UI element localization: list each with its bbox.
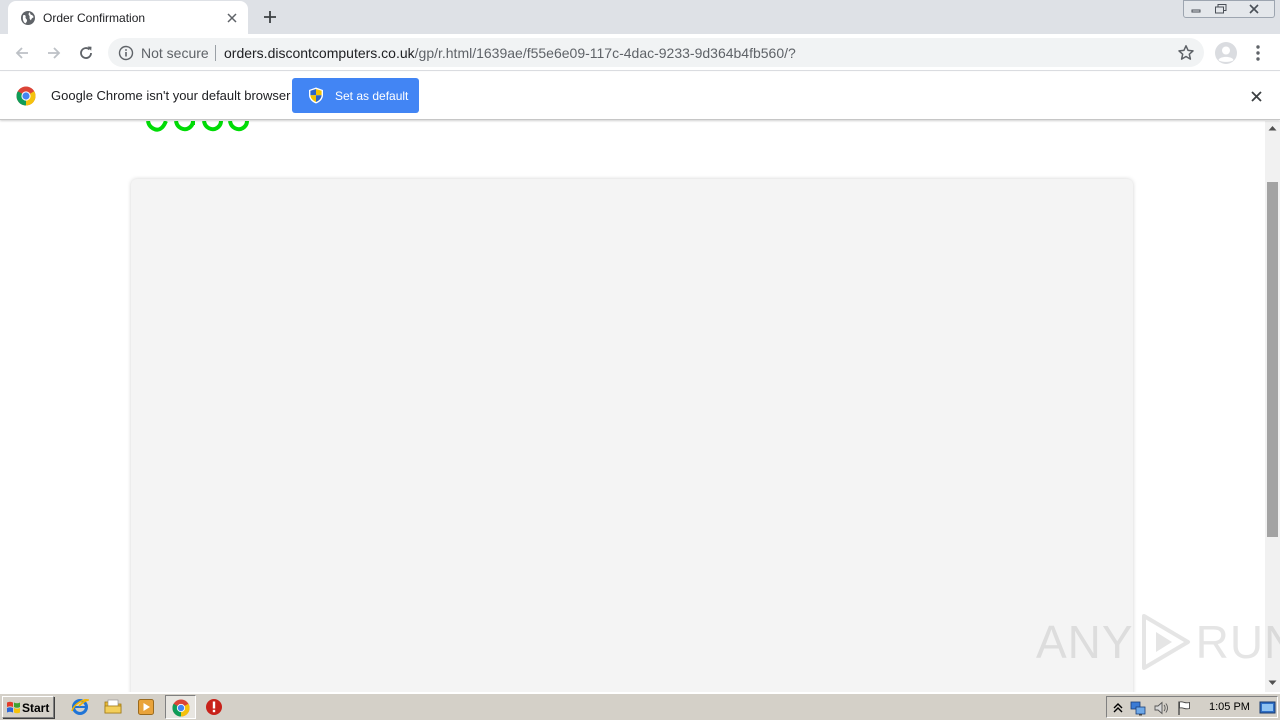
taskbar-clock[interactable]: 1:05 PM: [1209, 701, 1250, 713]
scroll-up-arrow-icon[interactable]: [1268, 125, 1277, 131]
tab-order-confirmation[interactable]: Order Confirmation: [8, 1, 248, 34]
browser-toolbar: Not secure orders.discontcomputers.co.uk…: [0, 34, 1280, 71]
action-center-flag-icon[interactable]: [1176, 700, 1192, 716]
restore-button[interactable]: [1208, 0, 1234, 18]
new-tab-button[interactable]: [258, 6, 282, 28]
page-viewport: [0, 121, 1265, 692]
taskbar-chrome-button[interactable]: [165, 695, 196, 719]
close-icon: [1248, 4, 1259, 14]
tab-strip: Order Confirmation: [0, 0, 1280, 34]
chrome-logo-icon: [172, 699, 190, 717]
url-text[interactable]: orders.discontcomputers.co.uk/gp/r.html/…: [224, 45, 796, 61]
close-tab-icon[interactable]: [223, 9, 241, 27]
profile-avatar-icon[interactable]: [1214, 41, 1238, 65]
close-window-button[interactable]: [1233, 0, 1275, 18]
chrome-logo-icon: [16, 86, 36, 106]
reload-icon: [80, 46, 92, 59]
plus-icon: [264, 11, 276, 23]
tab-title: Order Confirmation: [43, 11, 146, 25]
arrow-left-icon: [15, 47, 28, 59]
close-icon: [1250, 90, 1262, 102]
address-bar[interactable]: Not secure orders.discontcomputers.co.uk…: [108, 38, 1204, 67]
security-label[interactable]: Not secure: [141, 45, 209, 61]
vertical-scrollbar[interactable]: [1265, 121, 1280, 692]
forward-button[interactable]: [41, 40, 67, 66]
scroll-down-arrow-icon[interactable]: [1268, 680, 1277, 686]
show-desktop-icon[interactable]: [1259, 700, 1276, 716]
bookmark-star-icon[interactable]: [1177, 44, 1195, 62]
globe-icon: [21, 11, 35, 25]
chevron-up-icon[interactable]: [1110, 700, 1126, 716]
minimize-button[interactable]: [1183, 0, 1209, 18]
restore-icon: [1214, 4, 1226, 14]
back-button[interactable]: [9, 40, 35, 66]
scrollbar-thumb[interactable]: [1267, 182, 1278, 537]
kebab-menu-icon: [1256, 45, 1260, 61]
windows-logo-icon: [7, 701, 20, 714]
omnibox-separator: [215, 45, 216, 61]
watermark-text-right: RUN: [1195, 616, 1280, 668]
url-host: orders.discontcomputers.co.uk: [224, 45, 415, 61]
watermark-text-left: ANY: [1036, 616, 1134, 668]
anyrun-watermark: ANY RUN: [1036, 612, 1280, 672]
start-label: Start: [22, 701, 50, 715]
url-path: /gp/r.html/1639ae/f55e6e09-117c-4dac-923…: [414, 45, 796, 61]
reload-button[interactable]: [73, 40, 99, 66]
default-browser-infobar: Google Chrome isn't your default browser…: [0, 72, 1280, 120]
chrome-menu-button[interactable]: [1248, 41, 1268, 65]
content-card: [131, 179, 1133, 692]
arrow-right-icon: [48, 47, 61, 59]
sage-logo-fragment: [146, 121, 249, 132]
set-as-default-button[interactable]: Set as default: [292, 78, 419, 113]
stop-alert-icon[interactable]: [205, 698, 223, 716]
play-logo-icon: [1141, 614, 1190, 670]
set-as-default-label: Set as default: [335, 89, 409, 103]
volume-icon[interactable]: [1153, 700, 1169, 716]
info-icon[interactable]: [118, 45, 134, 61]
minimize-icon: [1191, 9, 1201, 13]
media-player-icon[interactable]: [137, 698, 155, 716]
start-button[interactable]: Start: [2, 696, 54, 718]
internet-explorer-icon[interactable]: [71, 698, 89, 716]
windows-taskbar: Start 1:05 PM: [0, 693, 1280, 720]
system-tray: 1:05 PM: [1106, 696, 1278, 718]
network-icon[interactable]: [1130, 700, 1146, 716]
shield-icon: [309, 87, 323, 104]
folder-icon[interactable]: [104, 698, 122, 716]
infobar-message: Google Chrome isn't your default browser: [51, 88, 291, 103]
close-infobar-button[interactable]: [1247, 87, 1265, 105]
